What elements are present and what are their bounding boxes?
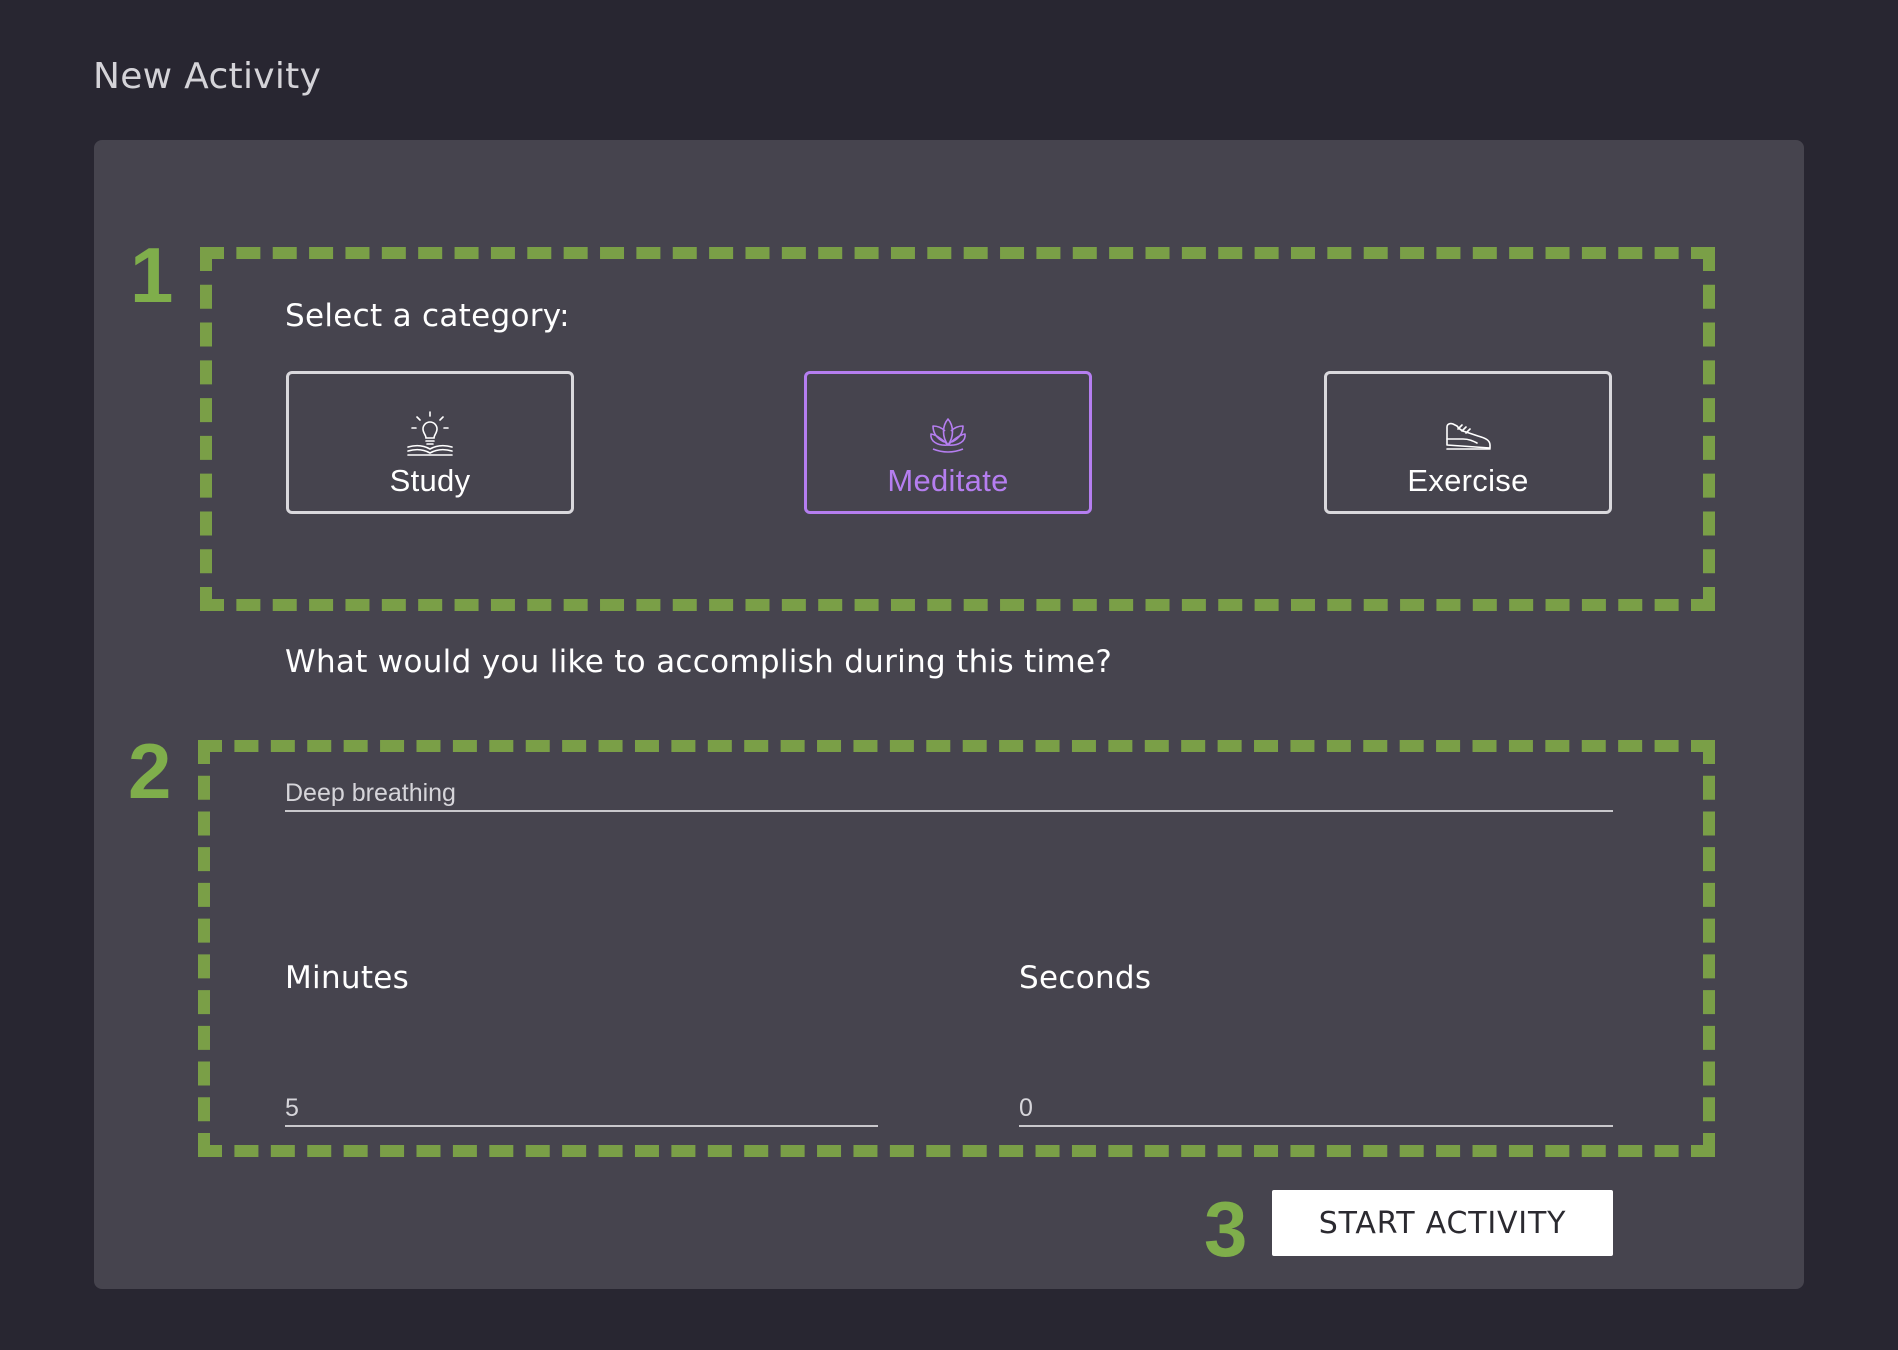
category-exercise-button[interactable]: Exercise: [1324, 371, 1612, 514]
seconds-input[interactable]: [1019, 1093, 1613, 1127]
goal-input[interactable]: [285, 778, 1613, 812]
minutes-label: Minutes: [285, 960, 410, 996]
minutes-input[interactable]: [285, 1093, 878, 1127]
lightbulb-book-icon: [407, 410, 453, 456]
start-activity-button[interactable]: START ACTIVITY: [1272, 1190, 1613, 1256]
annotation-number-2: 2: [128, 727, 172, 815]
category-exercise-label: Exercise: [1407, 462, 1529, 498]
sneaker-icon: [1446, 422, 1491, 450]
seconds-label: Seconds: [1019, 960, 1152, 996]
category-meditate-label: Meditate: [887, 462, 1009, 498]
category-study-label: Study: [389, 462, 471, 498]
category-label: Select a category:: [285, 298, 570, 334]
category-study-button[interactable]: Study: [286, 371, 574, 514]
goal-question-label: What would you like to accomplish during…: [285, 644, 1113, 680]
lotus-icon: [930, 417, 966, 453]
category-meditate-button[interactable]: Meditate: [804, 371, 1092, 514]
new-activity-card: 1 2 3 Select a category: Study Meditate …: [94, 140, 1804, 1289]
page-title: New Activity: [93, 56, 322, 97]
annotation-number-1: 1: [130, 231, 174, 319]
annotation-number-3: 3: [1204, 1185, 1248, 1273]
